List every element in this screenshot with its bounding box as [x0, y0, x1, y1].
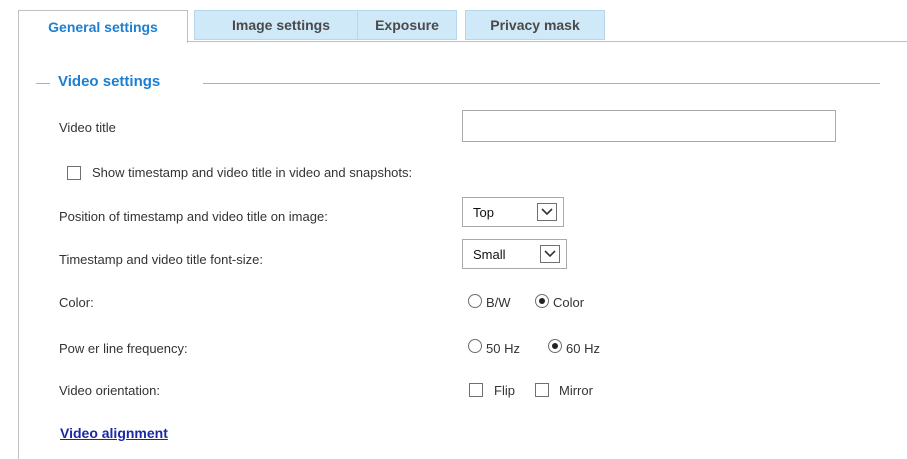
- color-color-label: Color: [553, 295, 585, 310]
- fontsize-label: Timestamp and video title font-size:: [59, 252, 263, 267]
- tab-privacy-mask[interactable]: Privacy mask: [465, 10, 605, 40]
- color-label: Color:: [59, 295, 94, 310]
- fontsize-select[interactable]: Small: [462, 239, 567, 269]
- show-timestamp-label: Show timestamp and video title in video …: [92, 165, 413, 180]
- flip-label: Flip: [494, 383, 515, 398]
- chevron-down-icon[interactable]: [537, 203, 557, 221]
- position-select-value: Top: [473, 204, 494, 220]
- video-orientation-label: Video orientation:: [59, 383, 160, 398]
- video-title-input[interactable]: [462, 110, 836, 142]
- radio-selected-dot: [552, 343, 558, 349]
- legend-divider-left: [36, 83, 50, 84]
- position-select[interactable]: Top: [462, 197, 564, 227]
- radio-selected-dot: [539, 298, 545, 304]
- section-legend: Video settings: [58, 73, 161, 90]
- mirror-label: Mirror: [559, 383, 593, 398]
- chevron-down-icon[interactable]: [540, 245, 560, 263]
- flip-checkbox[interactable]: [469, 383, 483, 397]
- video-title-label: Video title: [59, 120, 116, 135]
- power-frequency-label: Pow er line frequency:: [59, 341, 188, 356]
- mirror-checkbox[interactable]: [535, 383, 549, 397]
- color-bw-label: B/W: [486, 295, 511, 310]
- fontsize-select-value: Small: [473, 246, 506, 262]
- camera-settings-page: General settings Image settings Exposure…: [0, 0, 907, 459]
- color-bw-radio[interactable]: [468, 294, 482, 308]
- power-50hz-label: 50 Hz: [486, 341, 520, 356]
- tab-exposure[interactable]: Exposure: [357, 10, 457, 40]
- show-timestamp-checkbox[interactable]: [67, 166, 81, 180]
- power-50hz-radio[interactable]: [468, 339, 482, 353]
- power-60hz-label: 60 Hz: [566, 341, 600, 356]
- color-color-radio[interactable]: [535, 294, 549, 308]
- position-label: Position of timestamp and video title on…: [59, 209, 328, 224]
- tab-image-settings[interactable]: Image settings: [194, 10, 368, 40]
- panel-border: [18, 42, 19, 459]
- legend-divider-right: [203, 83, 880, 84]
- power-60hz-radio[interactable]: [548, 339, 562, 353]
- video-alignment-link[interactable]: Video alignment: [60, 425, 168, 441]
- tab-general-settings[interactable]: General settings: [18, 10, 188, 43]
